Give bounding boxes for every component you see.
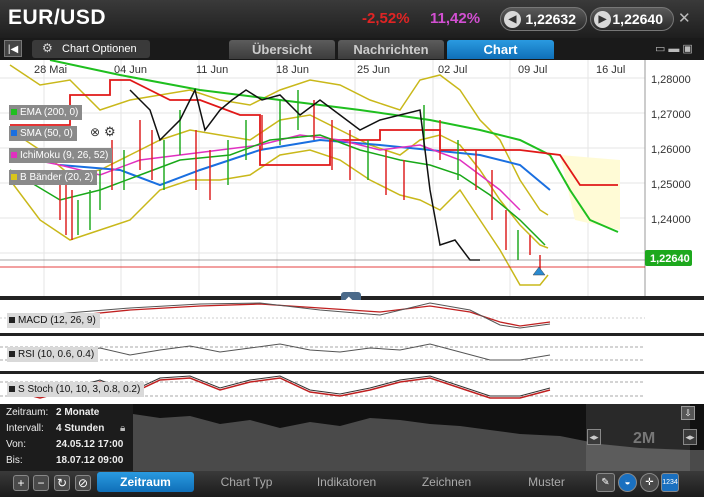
y-tick-label: 1,26000 bbox=[651, 144, 691, 156]
intervall-label: Intervall: bbox=[6, 423, 44, 434]
sell-arrow-icon: ◀ bbox=[504, 11, 521, 28]
lock-icon[interactable]: 🔒︎ bbox=[120, 423, 125, 434]
legend-bollinger[interactable]: B Bänder (20, 2) bbox=[9, 170, 98, 185]
legend-sma[interactable]: SMA (50, 0) bbox=[9, 126, 77, 141]
tab-chart[interactable]: Chart bbox=[447, 40, 554, 59]
change-percent: -2,52% bbox=[362, 10, 410, 27]
range-handle-right-icon[interactable]: ◂▸ bbox=[683, 429, 697, 445]
zeitraum-value: 2 Monate bbox=[56, 407, 100, 418]
crosshair-icon[interactable]: ✛ bbox=[640, 473, 659, 492]
buy-price-button[interactable]: ▶ 1,22640 bbox=[590, 7, 674, 31]
legend-ichimoku[interactable]: IchiMoku (9, 26, 52) bbox=[9, 148, 113, 163]
tab-indikatoren[interactable]: Indikatoren bbox=[298, 472, 395, 492]
magnet-icon[interactable]: ◒ bbox=[618, 473, 637, 492]
indicator-settings-gear-icon[interactable]: ⚙ bbox=[104, 124, 116, 140]
y-tick-label: 1,25000 bbox=[651, 179, 691, 191]
pencil-icon[interactable]: ✎ bbox=[596, 473, 615, 492]
tab-news[interactable]: Nachrichten bbox=[338, 40, 444, 59]
window-layout-icons[interactable]: ▭▬▣ bbox=[655, 42, 696, 55]
tab-chart-typ[interactable]: Chart Typ bbox=[198, 472, 295, 492]
buy-arrow-icon: ▶ bbox=[594, 11, 611, 28]
indicator-label-macd[interactable]: MACD (12, 26, 9) bbox=[7, 313, 100, 328]
legend-color-swatch bbox=[11, 152, 17, 159]
close-icon[interactable]: ✕ bbox=[678, 9, 691, 27]
sell-price-button[interactable]: ◀ 1,22632 bbox=[500, 7, 587, 31]
y-tick-label: 1,28000 bbox=[651, 74, 691, 86]
bis-label: Bis: bbox=[6, 455, 23, 466]
remove-indicator-icon[interactable]: ⊗ bbox=[90, 125, 100, 139]
currency-pair-title: EUR/USD bbox=[8, 6, 107, 29]
price-chart[interactable]: 28 Mai 04 Jun 11 Jun 18 Jun 25 Jun 02 Ju… bbox=[0, 60, 704, 404]
x-tick-label: 02 Jul bbox=[438, 64, 467, 76]
von-value: 24.05.12 17:00 bbox=[56, 439, 124, 450]
collapse-panel-icon[interactable]: |◀ bbox=[4, 40, 22, 57]
gear-icon: ⚙ bbox=[42, 41, 53, 55]
x-tick-label: 28 Mai bbox=[34, 64, 67, 76]
legend-color-swatch bbox=[9, 386, 15, 393]
change-percent-secondary: 11,42% bbox=[430, 10, 481, 27]
legend-color-swatch bbox=[11, 109, 17, 116]
range-handle-left-icon[interactable]: ◂▸ bbox=[587, 429, 601, 445]
legend-color-swatch bbox=[9, 351, 15, 358]
tab-zeitraum[interactable]: Zeitraum bbox=[97, 472, 194, 492]
zoom-out-button[interactable]: − bbox=[33, 475, 49, 491]
x-tick-label: 25 Jun bbox=[357, 64, 390, 76]
x-tick-label: 11 Jun bbox=[196, 64, 228, 76]
indicator-label-stoch[interactable]: S Stoch (10, 10, 3, 0.8, 0.2) bbox=[7, 382, 145, 397]
indicator-label-rsi[interactable]: RSI (10, 0.6, 0.4) bbox=[7, 347, 99, 362]
current-price-label: 1,22640 bbox=[650, 253, 690, 265]
bid-price: 1,22632 bbox=[525, 11, 576, 27]
y-tick-label: 1,24000 bbox=[651, 214, 691, 226]
x-tick-label: 16 Jul bbox=[596, 64, 625, 76]
tab-zeichnen[interactable]: Zeichnen bbox=[398, 472, 495, 492]
x-tick-label: 09 Jul bbox=[518, 64, 547, 76]
numeric-display-icon[interactable]: 1234 bbox=[661, 473, 679, 492]
tab-muster[interactable]: Muster bbox=[498, 472, 595, 492]
tab-overview[interactable]: Übersicht bbox=[229, 40, 335, 59]
range-label: 2M bbox=[633, 430, 656, 447]
reset-icon[interactable]: ⊘ bbox=[75, 475, 91, 491]
legend-color-swatch bbox=[11, 130, 17, 137]
bis-value: 18.07.12 09:00 bbox=[56, 455, 124, 466]
ask-price: 1,22640 bbox=[612, 11, 663, 27]
legend-color-swatch bbox=[11, 174, 17, 181]
refresh-icon[interactable]: ↻ bbox=[54, 475, 70, 491]
zeitraum-label: Zeitraum: bbox=[6, 407, 49, 418]
x-tick-label: 18 Jun bbox=[276, 64, 309, 76]
zoom-in-button[interactable]: + bbox=[13, 475, 29, 491]
legend-color-swatch bbox=[9, 317, 15, 324]
legend-ema[interactable]: EMA (200, 0) bbox=[9, 105, 83, 120]
von-label: Von: bbox=[6, 439, 27, 450]
navigator-toggle-icon[interactable]: ⇩ bbox=[681, 406, 695, 420]
y-tick-label: 1,27000 bbox=[651, 109, 691, 121]
navigator-info-panel: Zeitraum: 2 Monate Intervall: 4 Stunden … bbox=[0, 404, 133, 471]
intervall-value: 4 Stunden bbox=[56, 423, 105, 434]
